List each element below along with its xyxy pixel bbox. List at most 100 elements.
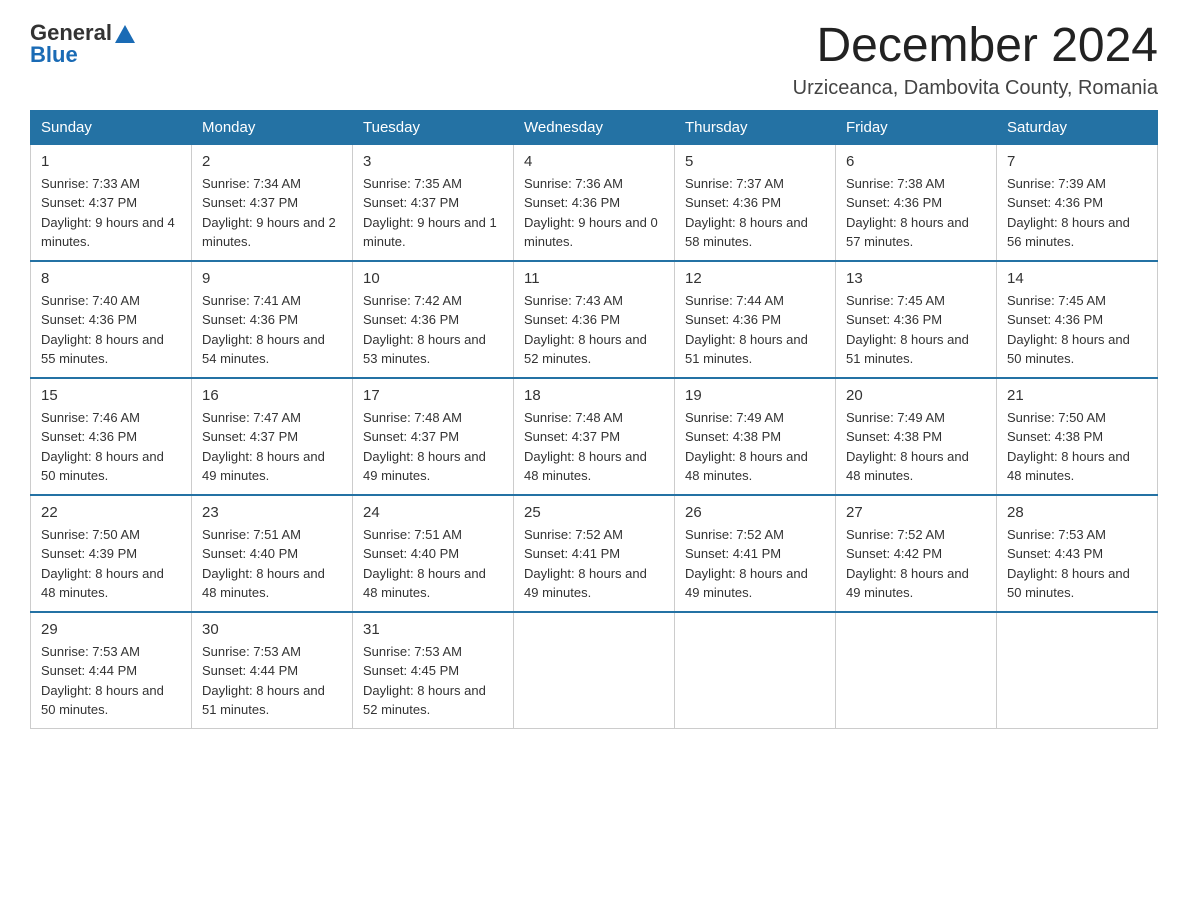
day-info: Sunrise: 7:37 AMSunset: 4:36 PMDaylight:…: [685, 174, 825, 252]
table-row: 22 Sunrise: 7:50 AMSunset: 4:39 PMDayligh…: [31, 495, 192, 612]
day-number: 26: [685, 504, 825, 521]
day-info: Sunrise: 7:36 AMSunset: 4:36 PMDaylight:…: [524, 174, 664, 252]
table-row: 15 Sunrise: 7:46 AMSunset: 4:36 PMDayligh…: [31, 378, 192, 495]
day-number: 27: [846, 504, 986, 521]
table-row: 10 Sunrise: 7:42 AMSunset: 4:36 PMDayligh…: [353, 261, 514, 378]
day-info: Sunrise: 7:52 AMSunset: 4:41 PMDaylight:…: [685, 525, 825, 603]
header-saturday: Saturday: [997, 110, 1158, 144]
day-number: 2: [202, 153, 342, 170]
day-number: 3: [363, 153, 503, 170]
day-number: 9: [202, 270, 342, 287]
day-number: 12: [685, 270, 825, 287]
day-info: Sunrise: 7:50 AMSunset: 4:39 PMDaylight:…: [41, 525, 181, 603]
table-row: 16Sunrise: 7:47 AMSunset: 4:37 PMDayligh…: [192, 378, 353, 495]
day-info: Sunrise: 7:35 AMSunset: 4:37 PMDaylight:…: [363, 174, 503, 252]
day-number: 19: [685, 387, 825, 404]
day-number: 22: [41, 504, 181, 521]
day-info: Sunrise: 7:50 AMSunset: 4:38 PMDaylight:…: [1007, 408, 1147, 486]
day-info: Sunrise: 7:42 AMSunset: 4:36 PMDaylight:…: [363, 291, 503, 369]
table-row: 13 Sunrise: 7:45 AMSunset: 4:36 PMDayligh…: [836, 261, 997, 378]
table-row: 17 Sunrise: 7:48 AMSunset: 4:37 PMDayligh…: [353, 378, 514, 495]
day-info: Sunrise: 7:53 AMSunset: 4:45 PMDaylight:…: [363, 642, 503, 720]
day-number: 21: [1007, 387, 1147, 404]
day-info: Sunrise: 7:52 AMSunset: 4:42 PMDaylight:…: [846, 525, 986, 603]
day-number: 11: [524, 270, 664, 287]
table-row: 30Sunrise: 7:53 AMSunset: 4:44 PMDayligh…: [192, 612, 353, 729]
day-info: Sunrise: 7:33 AMSunset: 4:37 PMDaylight:…: [41, 174, 181, 252]
table-row: 5 Sunrise: 7:37 AMSunset: 4:36 PMDaylight…: [675, 144, 836, 261]
calendar-week-row: 15 Sunrise: 7:46 AMSunset: 4:36 PMDayligh…: [31, 378, 1158, 495]
table-row: 21 Sunrise: 7:50 AMSunset: 4:38 PMDayligh…: [997, 378, 1158, 495]
day-info: Sunrise: 7:49 AMSunset: 4:38 PMDaylight:…: [685, 408, 825, 486]
day-number: 1: [41, 153, 181, 170]
calendar-week-row: 1 Sunrise: 7:33 AMSunset: 4:37 PMDaylight…: [31, 144, 1158, 261]
table-row: 27 Sunrise: 7:52 AMSunset: 4:42 PMDayligh…: [836, 495, 997, 612]
table-row: 26 Sunrise: 7:52 AMSunset: 4:41 PMDayligh…: [675, 495, 836, 612]
day-info: Sunrise: 7:47 AMSunset: 4:37 PMDaylight:…: [202, 408, 342, 486]
day-number: 24: [363, 504, 503, 521]
table-row: 18Sunrise: 7:48 AMSunset: 4:37 PMDayligh…: [514, 378, 675, 495]
header-friday: Friday: [836, 110, 997, 144]
day-info: Sunrise: 7:34 AMSunset: 4:37 PMDaylight:…: [202, 174, 342, 252]
header-tuesday: Tuesday: [353, 110, 514, 144]
logo: General Blue: [30, 20, 136, 68]
table-row: 8Sunrise: 7:40 AMSunset: 4:36 PMDaylight…: [31, 261, 192, 378]
day-number: 23: [202, 504, 342, 521]
header-monday: Monday: [192, 110, 353, 144]
day-info: Sunrise: 7:39 AMSunset: 4:36 PMDaylight:…: [1007, 174, 1147, 252]
day-info: Sunrise: 7:38 AMSunset: 4:36 PMDaylight:…: [846, 174, 986, 252]
table-row: [997, 612, 1158, 729]
title-block: December 2024 Urziceanca, Dambovita Coun…: [793, 20, 1158, 100]
day-info: Sunrise: 7:45 AMSunset: 4:36 PMDaylight:…: [1007, 291, 1147, 369]
logo-triangle-icon: [114, 23, 136, 45]
table-row: 3 Sunrise: 7:35 AMSunset: 4:37 PMDaylight…: [353, 144, 514, 261]
day-number: 6: [846, 153, 986, 170]
table-row: 29Sunrise: 7:53 AMSunset: 4:44 PMDayligh…: [31, 612, 192, 729]
table-row: 31Sunrise: 7:53 AMSunset: 4:45 PMDayligh…: [353, 612, 514, 729]
calendar-week-row: 22 Sunrise: 7:50 AMSunset: 4:39 PMDayligh…: [31, 495, 1158, 612]
day-number: 5: [685, 153, 825, 170]
table-row: 28 Sunrise: 7:53 AMSunset: 4:43 PMDayligh…: [997, 495, 1158, 612]
day-number: 17: [363, 387, 503, 404]
day-number: 13: [846, 270, 986, 287]
page-header: General Blue December 2024 Urziceanca, D…: [30, 20, 1158, 100]
day-number: 18: [524, 387, 664, 404]
table-row: 2 Sunrise: 7:34 AMSunset: 4:37 PMDaylight…: [192, 144, 353, 261]
header-thursday: Thursday: [675, 110, 836, 144]
table-row: 11 Sunrise: 7:43 AMSunset: 4:36 PMDayligh…: [514, 261, 675, 378]
header-wednesday: Wednesday: [514, 110, 675, 144]
table-row: 24Sunrise: 7:51 AMSunset: 4:40 PMDayligh…: [353, 495, 514, 612]
day-info: Sunrise: 7:53 AMSunset: 4:44 PMDaylight:…: [202, 642, 342, 720]
table-row: 1 Sunrise: 7:33 AMSunset: 4:37 PMDaylight…: [31, 144, 192, 261]
calendar-week-row: 8Sunrise: 7:40 AMSunset: 4:36 PMDaylight…: [31, 261, 1158, 378]
table-row: 12 Sunrise: 7:44 AMSunset: 4:36 PMDayligh…: [675, 261, 836, 378]
day-info: Sunrise: 7:43 AMSunset: 4:36 PMDaylight:…: [524, 291, 664, 369]
day-info: Sunrise: 7:40 AMSunset: 4:36 PMDaylight:…: [41, 291, 181, 369]
table-row: 7 Sunrise: 7:39 AMSunset: 4:36 PMDaylight…: [997, 144, 1158, 261]
month-year-title: December 2024: [793, 20, 1158, 73]
table-row: [675, 612, 836, 729]
logo-blue-text: Blue: [30, 42, 78, 68]
day-number: 14: [1007, 270, 1147, 287]
table-row: [836, 612, 997, 729]
calendar-table: Sunday Monday Tuesday Wednesday Thursday…: [30, 110, 1158, 729]
table-row: 19 Sunrise: 7:49 AMSunset: 4:38 PMDayligh…: [675, 378, 836, 495]
day-number: 15: [41, 387, 181, 404]
day-number: 7: [1007, 153, 1147, 170]
day-info: Sunrise: 7:51 AMSunset: 4:40 PMDaylight:…: [202, 525, 342, 603]
day-number: 10: [363, 270, 503, 287]
day-info: Sunrise: 7:52 AMSunset: 4:41 PMDaylight:…: [524, 525, 664, 603]
table-row: 25 Sunrise: 7:52 AMSunset: 4:41 PMDayligh…: [514, 495, 675, 612]
day-info: Sunrise: 7:49 AMSunset: 4:38 PMDaylight:…: [846, 408, 986, 486]
day-info: Sunrise: 7:53 AMSunset: 4:43 PMDaylight:…: [1007, 525, 1147, 603]
table-row: 14 Sunrise: 7:45 AMSunset: 4:36 PMDayligh…: [997, 261, 1158, 378]
day-info: Sunrise: 7:44 AMSunset: 4:36 PMDaylight:…: [685, 291, 825, 369]
day-number: 25: [524, 504, 664, 521]
day-info: Sunrise: 7:53 AMSunset: 4:44 PMDaylight:…: [41, 642, 181, 720]
day-info: Sunrise: 7:45 AMSunset: 4:36 PMDaylight:…: [846, 291, 986, 369]
day-number: 20: [846, 387, 986, 404]
day-info: Sunrise: 7:46 AMSunset: 4:36 PMDaylight:…: [41, 408, 181, 486]
day-number: 4: [524, 153, 664, 170]
day-info: Sunrise: 7:48 AMSunset: 4:37 PMDaylight:…: [363, 408, 503, 486]
day-number: 28: [1007, 504, 1147, 521]
